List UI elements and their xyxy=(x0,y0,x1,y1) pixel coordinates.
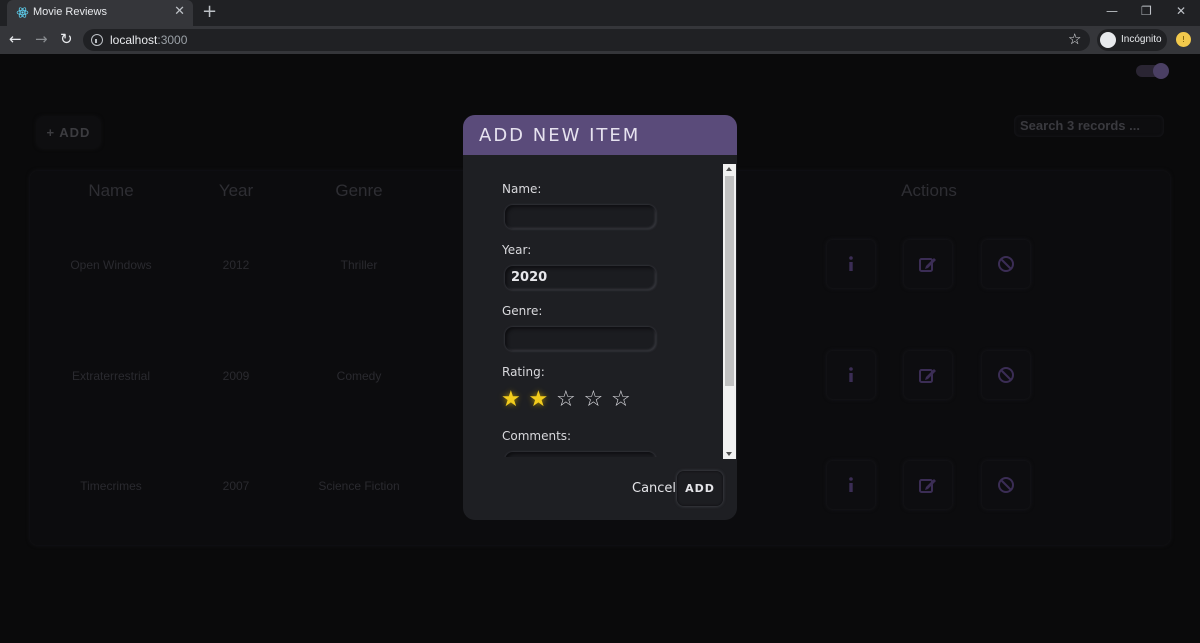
info-icon xyxy=(849,367,853,382)
react-icon xyxy=(16,7,29,18)
tab-close-icon[interactable]: ✕ xyxy=(174,4,185,20)
dialog-add-button[interactable]: ADD xyxy=(677,471,723,506)
dialog-body: Name: Year: 2020 Genre: Rating: ★ ★ ☆ ☆ ☆ Co… xyxy=(463,155,737,457)
scroll-thumb[interactable] xyxy=(725,176,734,386)
info-icon xyxy=(849,256,853,271)
edit-button[interactable] xyxy=(904,461,952,509)
edit-button[interactable] xyxy=(904,351,952,399)
browser-tabstrip: Movie Reviews ✕ + — ❐ ✕ xyxy=(0,0,1200,26)
genre-field[interactable] xyxy=(505,327,656,351)
scroll-down-icon[interactable] xyxy=(726,452,732,456)
edit-icon xyxy=(919,258,936,272)
ban-icon xyxy=(998,256,1014,272)
cell-year: 2012 xyxy=(222,258,250,272)
rating-star-icon[interactable]: ★ xyxy=(501,389,521,411)
restore-icon[interactable]: ❐ xyxy=(1141,4,1152,18)
rating-star-icon[interactable]: ☆ xyxy=(556,389,576,411)
info-button[interactable] xyxy=(827,240,875,288)
new-tab-button[interactable]: + xyxy=(202,2,217,22)
search-input[interactable]: Search 3 records ... xyxy=(1014,115,1164,137)
browser-tab[interactable]: Movie Reviews ✕ xyxy=(7,0,193,26)
incognito-label: Incógnito xyxy=(1121,34,1162,45)
browser-toolbar: ← → ↻ localhost:3000 ☆ Incógnito ! xyxy=(0,26,1200,54)
back-icon[interactable]: ← xyxy=(9,31,22,48)
year-field[interactable]: 2020 xyxy=(505,266,656,290)
incognito-badge[interactable]: Incógnito xyxy=(1097,29,1167,51)
incognito-icon xyxy=(1100,32,1116,48)
rating-star-icon[interactable]: ☆ xyxy=(584,389,604,411)
cell-genre: Science Fiction xyxy=(318,479,400,493)
genre-label: Genre: xyxy=(502,304,543,318)
year-label: Year: xyxy=(502,243,532,257)
rating-star-icon[interactable]: ★ xyxy=(529,389,549,411)
comments-field[interactable] xyxy=(505,452,656,457)
column-header-name: Name xyxy=(88,181,134,200)
scroll-up-icon[interactable] xyxy=(726,167,732,171)
add-item-button[interactable]: + ADD xyxy=(37,117,100,148)
ban-icon xyxy=(998,367,1014,383)
site-info-icon[interactable] xyxy=(91,34,103,46)
comments-label: Comments: xyxy=(502,429,572,443)
profile-avatar[interactable]: ! xyxy=(1176,32,1191,47)
minimize-icon[interactable]: — xyxy=(1106,4,1118,18)
tab-title: Movie Reviews xyxy=(33,6,107,18)
column-header-actions: Actions xyxy=(901,181,957,200)
forward-icon[interactable]: → xyxy=(35,31,48,48)
info-button[interactable] xyxy=(827,461,875,509)
dialog-title: ADD NEW ITEM xyxy=(479,125,641,146)
rating-star-icon[interactable]: ☆ xyxy=(611,389,631,411)
bookmark-star-icon[interactable]: ☆ xyxy=(1068,30,1081,48)
theme-toggle[interactable] xyxy=(1136,63,1169,79)
dialog-header: ADD NEW ITEM xyxy=(463,115,737,155)
add-item-dialog: ADD NEW ITEM Name: Year: 2020 Genre: Rat… xyxy=(463,115,737,520)
toggle-knob xyxy=(1153,63,1169,79)
app-root: + ADD Search 3 records ... Name Year Gen… xyxy=(0,54,1200,643)
edit-icon xyxy=(919,369,936,383)
cell-year: 2007 xyxy=(222,479,250,493)
name-field[interactable] xyxy=(505,205,656,229)
info-icon xyxy=(849,477,853,492)
delete-button[interactable] xyxy=(982,240,1030,288)
close-window-icon[interactable]: ✕ xyxy=(1176,4,1186,18)
column-header-year: Year xyxy=(218,181,254,200)
info-button[interactable] xyxy=(827,351,875,399)
edit-button[interactable] xyxy=(904,240,952,288)
edit-icon xyxy=(919,479,936,493)
reload-icon[interactable]: ↻ xyxy=(60,31,73,48)
delete-button[interactable] xyxy=(982,461,1030,509)
rating-label: Rating: xyxy=(502,365,545,379)
cell-name: Timecrimes xyxy=(80,479,142,493)
cell-name: Open Windows xyxy=(70,258,152,272)
address-bar[interactable]: localhost:3000 ☆ xyxy=(83,29,1090,51)
column-header-genre: Genre xyxy=(335,181,383,200)
cell-year: 2009 xyxy=(222,369,250,383)
cancel-button[interactable]: Cancel xyxy=(632,481,676,496)
delete-button[interactable] xyxy=(982,351,1030,399)
cell-genre: Thriller xyxy=(340,258,378,272)
cell-genre: Comedy xyxy=(336,369,382,383)
cell-name: Extraterrestrial xyxy=(71,369,151,383)
ban-icon xyxy=(998,477,1014,493)
dialog-scrollbar[interactable] xyxy=(723,164,736,459)
url-text: localhost:3000 xyxy=(110,33,188,47)
name-label: Name: xyxy=(502,182,542,196)
